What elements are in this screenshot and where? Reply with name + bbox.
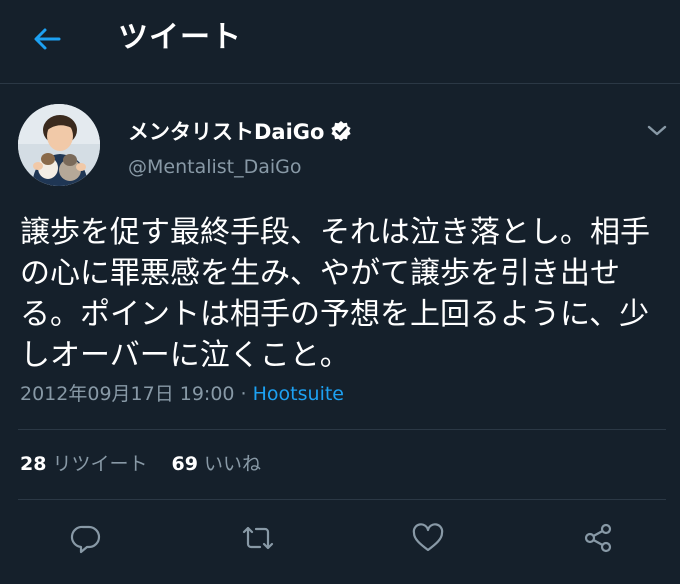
avatar[interactable] (18, 104, 100, 186)
divider (18, 499, 666, 500)
likes-stat[interactable]: 69 いいね (172, 450, 261, 478)
retweets-count: 28 (20, 453, 47, 475)
tweet-timestamp[interactable]: 2012年09月17日 19:00 (20, 383, 235, 405)
like-button[interactable] (410, 520, 446, 556)
reply-icon (70, 525, 101, 554)
more-options-button[interactable] (644, 118, 670, 142)
likes-label: いいね (203, 453, 261, 475)
meta-separator: · (234, 383, 253, 405)
display-name[interactable]: メンタリストDaiGo (128, 116, 324, 146)
divider (18, 429, 666, 430)
share-button[interactable] (580, 520, 616, 556)
back-button[interactable] (30, 22, 64, 56)
verified-badge-icon (330, 120, 352, 142)
heart-icon (412, 523, 444, 552)
retweets-label: リツイート (52, 453, 148, 475)
arrow-left-icon (34, 28, 61, 50)
page-title: ツイート (118, 20, 242, 55)
source-link[interactable]: Hootsuite (253, 383, 344, 405)
retweet-button[interactable] (240, 520, 276, 556)
reply-button[interactable] (68, 520, 104, 556)
tweet-meta: 2012年09月17日 19:00 · Hootsuite (20, 380, 344, 408)
share-icon (584, 523, 612, 553)
tweet-text: 譲歩を促す最終手段、それは泣き落とし。相手の心に罪悪感を生み、やがて譲歩を引き出… (20, 215, 650, 373)
retweets-stat[interactable]: 28 リツイート (20, 450, 147, 478)
likes-count: 69 (171, 453, 198, 475)
retweet-icon (242, 526, 274, 550)
avatar-photo (18, 104, 100, 186)
author-name-row[interactable]: メンタリストDaiGo (128, 116, 352, 146)
user-handle[interactable]: @Mentalist_DaiGo (128, 156, 302, 178)
tweet-stats: 28 リツイート 69 いいね (20, 450, 279, 478)
chevron-down-icon (647, 125, 667, 136)
top-app-bar: ツイート (0, 0, 680, 84)
